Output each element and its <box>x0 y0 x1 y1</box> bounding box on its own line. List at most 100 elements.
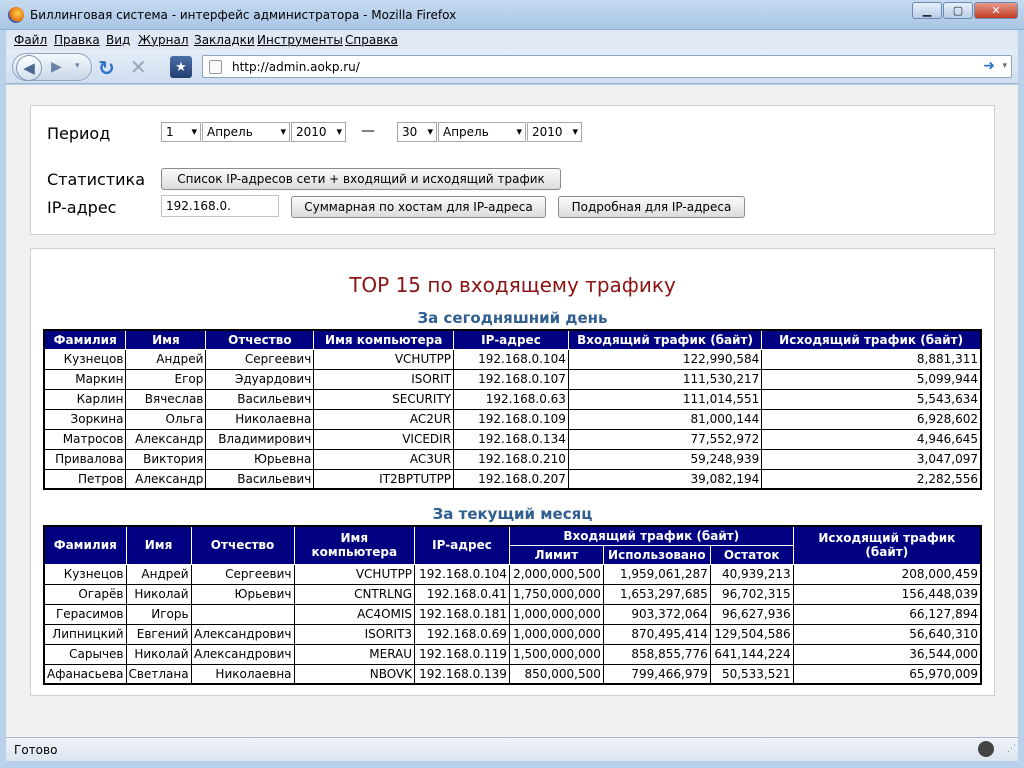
table-cell: Юрьевич <box>190 583 295 605</box>
to-day-select[interactable]: 30 <box>397 122 437 142</box>
table-cell: Николай <box>125 643 192 665</box>
table-cell: AC4OMIS <box>293 603 416 625</box>
url-text[interactable]: http://admin.aokp.ru/ <box>232 60 360 74</box>
table-row: Привалова Виктория Юрьевна AC3UR 192.168.0.2… <box>43 448 982 470</box>
column-header: IP-адрес <box>453 329 569 350</box>
column-header: Входящий трафик (байт) <box>508 525 794 546</box>
table-cell: 192.168.0.69 <box>414 623 510 645</box>
table-cell: Ольга <box>125 408 207 430</box>
table-row: Афанасьева Светлана Николаевна NBOVK 192.168… <box>43 663 982 685</box>
column-header: Фамилия <box>43 329 127 350</box>
table-cell: Юрьевна <box>205 448 315 470</box>
to-year-select[interactable]: 2010 <box>527 122 582 142</box>
table-row: Сарычев Николай Александрович MERAU 192.168.… <box>43 643 982 665</box>
table-cell: SECURITY <box>313 388 455 410</box>
table-row: Зоркина Ольга Николаевна AC2UR 192.168.0.109… <box>43 408 982 430</box>
table-cell: 96,627,936 <box>709 603 794 625</box>
table-cell: 208,000,459 <box>792 563 982 585</box>
table-cell: Сергеевич <box>190 563 295 585</box>
table-cell: Васильевич <box>205 468 315 490</box>
table-row: Огарёв Николай Юрьевич CNTRLNG 192.168.0.41 1… <box>43 583 982 605</box>
table-cell: 1,000,000,000 <box>508 623 604 645</box>
minimize-icon[interactable]: ▁ <box>912 2 942 19</box>
table-cell: 192.168.0.107 <box>453 368 569 390</box>
close-icon[interactable]: ✕ <box>974 2 1018 19</box>
table-cell: 903,372,064 <box>602 603 711 625</box>
table-cell: ISORIT <box>313 368 455 390</box>
table-cell: 40,939,213 <box>709 563 794 585</box>
stats-label: Статистика <box>47 170 145 189</box>
table-cell: 192.168.0.63 <box>453 388 569 410</box>
menu-edit[interactable]: Правка <box>54 33 100 47</box>
menu-file[interactable]: Файл <box>14 33 47 47</box>
status-text: Готово <box>14 743 58 757</box>
table-cell: Афанасьева <box>43 663 127 685</box>
url-dropdown-icon[interactable]: ▾ <box>1002 61 1007 71</box>
table-cell: Матросов <box>43 428 127 450</box>
table-cell: Игорь <box>125 603 192 625</box>
table-cell: Карлин <box>43 388 127 410</box>
table-cell: Эдуардович <box>205 368 315 390</box>
url-bar[interactable]: http://admin.aokp.ru/ ➜ ▾ <box>202 55 1012 78</box>
period-dash: — <box>361 123 375 139</box>
column-header: Исходящий трафик (байт) <box>761 329 982 350</box>
table-cell: 111,530,217 <box>567 368 763 390</box>
forward-arrow-icon[interactable]: ▶ <box>51 59 62 75</box>
stop-icon[interactable]: ✕ <box>130 55 147 79</box>
table-cell: 858,855,776 <box>602 643 711 665</box>
back-arrow-icon[interactable]: ◀ <box>16 55 42 81</box>
table-cell: Егор <box>125 368 207 390</box>
bookmark-star-icon[interactable]: ★ <box>170 56 192 78</box>
column-header: Отчество <box>190 525 295 565</box>
menu-help[interactable]: Справка <box>345 33 398 47</box>
go-arrow-icon[interactable]: ➜ <box>983 58 995 74</box>
table-cell: VCHUTPP <box>313 348 455 370</box>
reload-icon[interactable]: ↻ <box>98 56 115 80</box>
table-cell: 36,544,000 <box>792 643 982 665</box>
period-label: Период <box>47 124 111 143</box>
table-row: Липницкий Евгений Александрович ISORIT3 192.… <box>43 623 982 645</box>
detailed-ip-button[interactable]: Подробная для IP-адреса <box>558 196 745 218</box>
column-header: Отчество <box>205 329 315 350</box>
from-day-select[interactable]: 1 <box>161 122 201 142</box>
table-cell: IT2BPTUTPP <box>313 468 455 490</box>
ip-label: IP-адрес <box>47 198 117 217</box>
table-cell: Евгений <box>125 623 192 645</box>
to-month-select[interactable]: Апрель <box>438 122 526 142</box>
table-cell: Владимирович <box>205 428 315 450</box>
menu-history[interactable]: Журнал <box>138 33 189 47</box>
table-cell: 122,990,584 <box>567 348 763 370</box>
ip-list-button[interactable]: Список IP-адресов сети + входящий и исхо… <box>161 168 561 190</box>
table-cell: VICEDIR <box>313 428 455 450</box>
ip-input[interactable] <box>161 195 279 217</box>
from-year-select[interactable]: 2010 <box>291 122 346 142</box>
menu-tools[interactable]: Инструменты <box>257 33 343 47</box>
menu-bookmarks[interactable]: Закладки <box>194 33 255 47</box>
table-cell: Александр <box>125 468 207 490</box>
table-cell: 5,543,634 <box>761 388 982 410</box>
table-cell: 3,047,097 <box>761 448 982 470</box>
maximize-icon[interactable]: ▢ <box>943 2 973 19</box>
summary-by-host-button[interactable]: Суммарная по хостам для IP-адреса <box>291 196 546 218</box>
column-header: Имя <box>125 525 192 565</box>
table-cell: 8,881,311 <box>761 348 982 370</box>
column-header: Остаток <box>709 544 794 565</box>
today-section-title: За сегодняшний день <box>417 309 608 327</box>
table-cell <box>190 603 295 625</box>
window-title: Биллинговая система - интерфейс админист… <box>30 8 457 22</box>
table-cell: 192.168.0.109 <box>453 408 569 430</box>
table-cell: Николаевна <box>190 663 295 685</box>
table-cell: MERAU <box>293 643 416 665</box>
from-month-select[interactable]: Апрель <box>202 122 290 142</box>
resize-grip-icon[interactable]: ⋰ <box>1007 744 1016 754</box>
history-dropdown-icon[interactable]: ▾ <box>75 61 80 71</box>
table-cell: Андрей <box>125 348 207 370</box>
column-header: Имя компьютера <box>293 525 416 565</box>
table-cell: 799,466,979 <box>602 663 711 685</box>
menu-view[interactable]: Вид <box>106 33 130 47</box>
table-cell: 192.168.0.104 <box>453 348 569 370</box>
table-cell: 156,448,039 <box>792 583 982 605</box>
firebug-icon[interactable] <box>978 741 994 757</box>
table-cell: 192.168.0.207 <box>453 468 569 490</box>
table-cell: 129,504,586 <box>709 623 794 645</box>
